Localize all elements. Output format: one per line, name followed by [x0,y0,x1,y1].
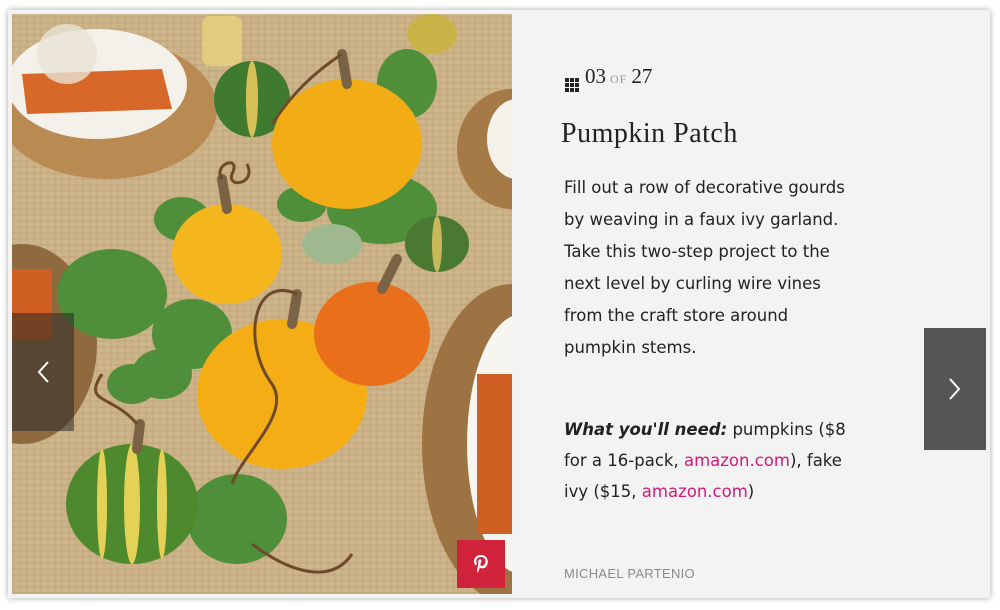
pinterest-icon [474,555,488,573]
pumpkin-table-illustration [12,14,512,594]
current-slide-number: 03 [585,64,606,88]
amazon-link-ivy[interactable]: amazon.com [642,482,748,501]
total-slide-count: 27 [631,64,653,88]
chevron-right-icon [949,378,961,400]
next-slide-button[interactable] [924,328,986,450]
pinterest-button[interactable] [457,540,505,588]
counter-of-label: OF [610,72,628,86]
grid-icon[interactable] [565,78,579,92]
photo-credit: MICHAEL PARTENIO [564,566,695,581]
supplies-list: What you'll need: pumpkins ($8 for a 16-… [564,414,854,507]
slide-photo [12,14,512,594]
slideshow-frame: 03 OF 27 Pumpkin Patch Fill out a row of… [8,10,990,598]
chevron-left-icon [37,361,49,383]
slide-counter: 03 OF 27 [565,64,652,93]
supplies-label: What you'll need: [564,420,728,439]
previous-slide-button[interactable] [12,313,74,431]
supplies-text-3: ) [747,482,755,501]
slide-title: Pumpkin Patch [561,118,738,149]
amazon-link-pumpkins[interactable]: amazon.com [684,451,790,470]
slide-description: Fill out a row of decorative gourds by w… [564,178,845,357]
